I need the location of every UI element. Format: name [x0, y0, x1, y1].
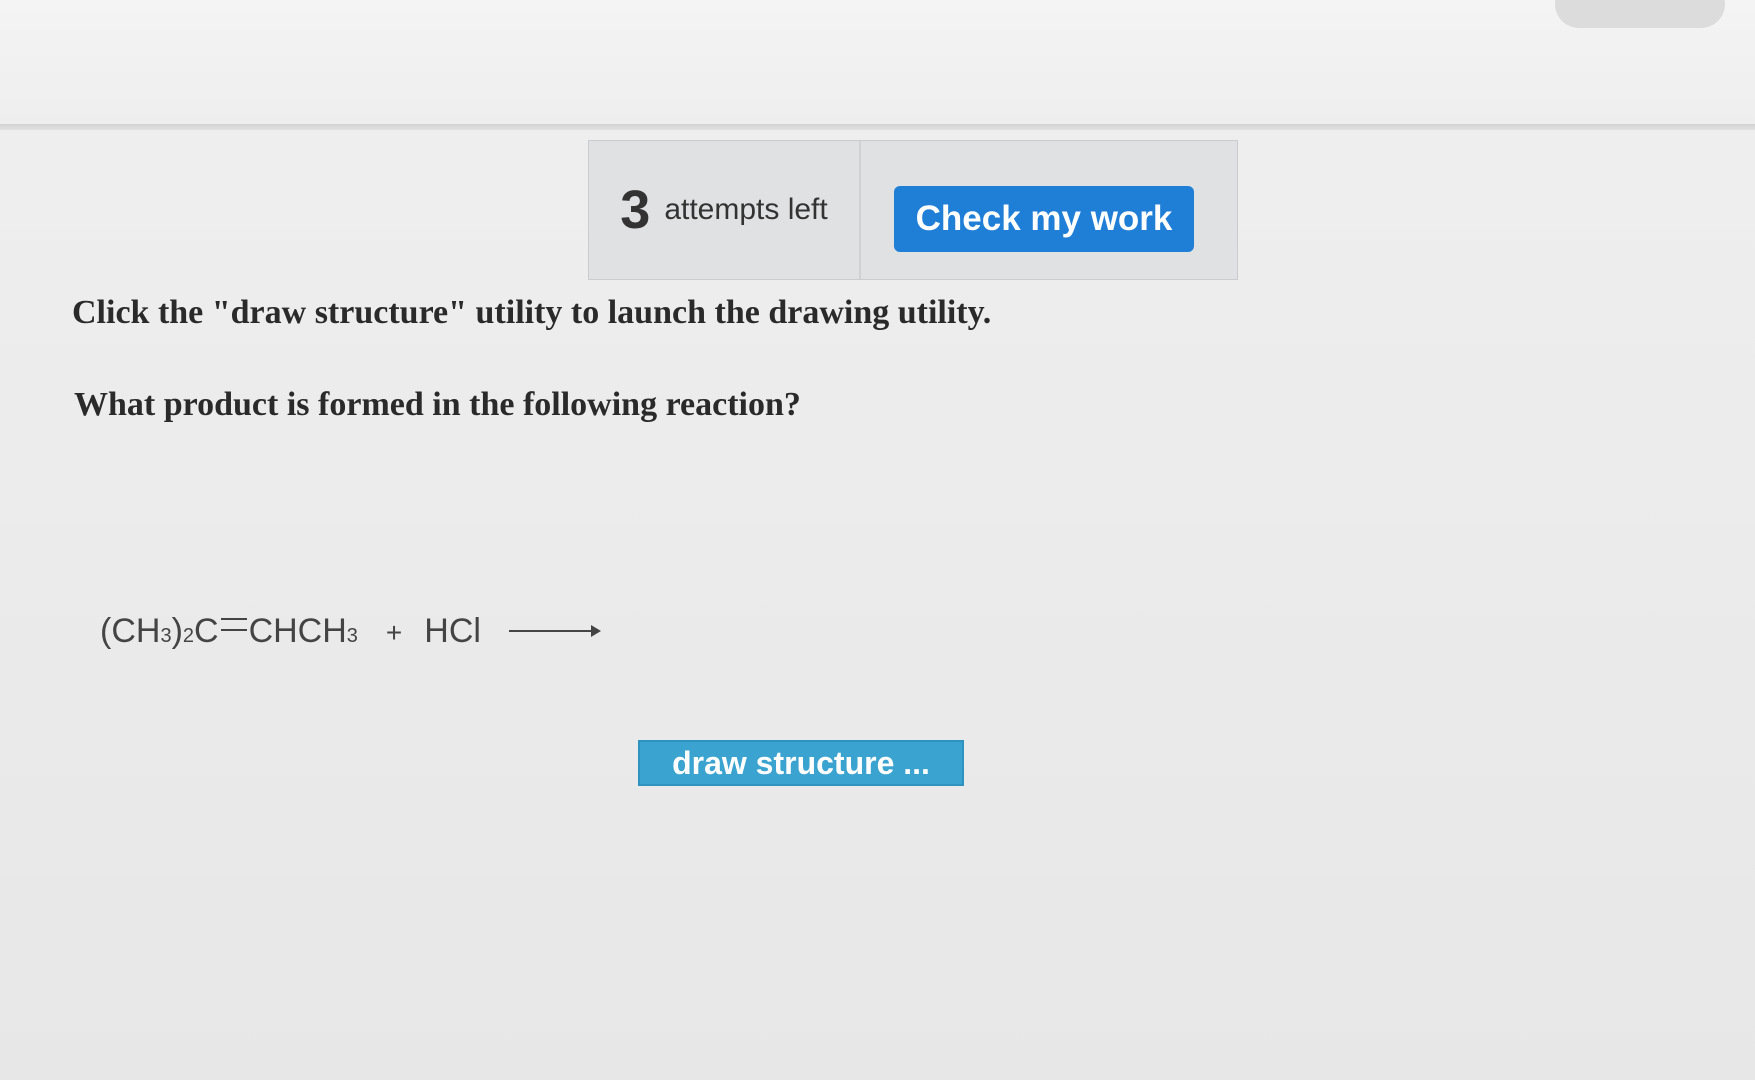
- reactant-2: HCl: [424, 612, 481, 650]
- plus-sign: +: [385, 617, 403, 648]
- reactant-1-part-4: CHCH: [248, 612, 347, 650]
- instruction-text: Click the "draw structure" utility to la…: [72, 294, 992, 331]
- reaction-arrow-icon: [508, 625, 601, 637]
- check-my-work-button[interactable]: Check my work: [894, 186, 1194, 252]
- reactant-1-part-3: C: [194, 612, 219, 650]
- question-text: What product is formed in the following …: [74, 386, 801, 423]
- attempts-indicator: 3 attempts left: [589, 141, 861, 279]
- reactant-1-part-1: (CH: [100, 612, 161, 650]
- top-bar: [0, 0, 1755, 128]
- attempts-panel: 3 attempts left Check my work: [588, 140, 1238, 280]
- top-pill-button[interactable]: [1555, 0, 1725, 28]
- reaction-equation: (CH 3) 2 C CHCH 3 + HCl: [100, 612, 601, 651]
- attempts-count: 3: [620, 180, 651, 240]
- attempts-label: attempts left: [664, 193, 828, 226]
- header-divider: [0, 124, 1755, 130]
- draw-structure-button[interactable]: draw structure ...: [638, 740, 964, 786]
- double-bond-icon: [220, 618, 247, 631]
- reactant-1-part-2: ): [171, 612, 183, 650]
